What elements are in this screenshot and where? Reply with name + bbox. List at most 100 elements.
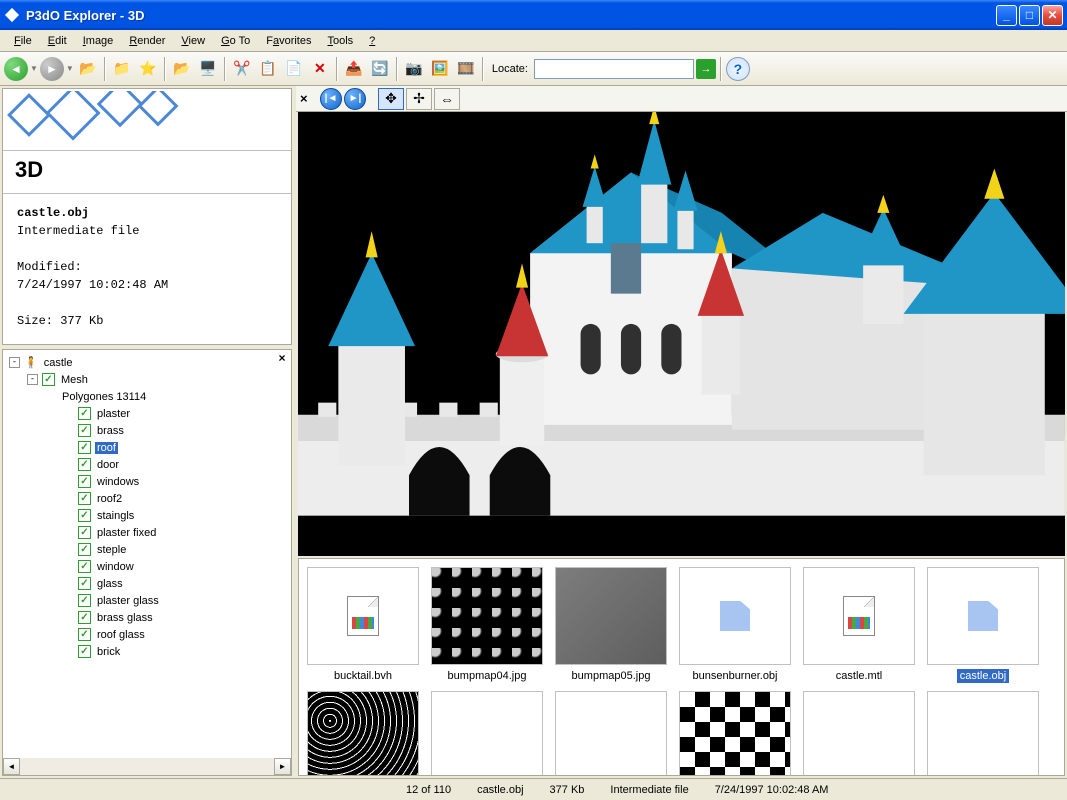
menu-render[interactable]: Render [121, 33, 173, 49]
minimize-button[interactable]: _ [996, 5, 1017, 26]
tree-item-label[interactable]: roof2 [95, 493, 124, 505]
3d-viewport[interactable] [298, 112, 1065, 556]
tree-checkbox[interactable]: ✓ [78, 560, 91, 573]
folder-button[interactable]: 📁 [110, 57, 134, 81]
explorer-button[interactable]: 🖥️ [196, 57, 220, 81]
refresh-button[interactable]: 🔄 [368, 57, 392, 81]
thumbnail[interactable] [925, 691, 1041, 775]
app-icon [4, 7, 20, 23]
export-button[interactable]: 📤 [342, 57, 366, 81]
tree-checkbox[interactable]: ✓ [78, 594, 91, 607]
zoom-tool[interactable]: ⇔ [434, 88, 460, 110]
locate-input[interactable] [534, 59, 694, 79]
thumbnail[interactable]: bunsenburner.obj [677, 567, 793, 683]
thumbnail[interactable] [429, 691, 545, 775]
back-button[interactable]: ◄ [4, 57, 28, 81]
menu-favorites[interactable]: Favorites [258, 33, 319, 49]
tree-item-label[interactable]: roof glass [95, 629, 147, 641]
main-area: 3D castle.obj Intermediate file Modified… [0, 86, 1067, 778]
close-button[interactable]: ✕ [1042, 5, 1063, 26]
tree-item-label[interactable]: glass [95, 578, 125, 590]
help-button[interactable]: ? [726, 57, 750, 81]
thumbnail[interactable] [801, 691, 917, 775]
tree-expand-icon[interactable]: - [9, 357, 20, 368]
tree-close-button[interactable]: × [275, 352, 289, 366]
tree-item-label[interactable]: staingls [95, 510, 136, 522]
thumbnail[interactable]: bumpmap04.jpg [429, 567, 545, 683]
tree-checkbox[interactable]: ✓ [78, 424, 91, 437]
first-button[interactable]: |◄ [320, 88, 342, 110]
forward-dropdown-icon[interactable]: ▼ [66, 64, 74, 73]
open-button[interactable]: 📂 [170, 57, 194, 81]
forward-button[interactable]: ► [40, 57, 64, 81]
menu-goto[interactable]: Go To [213, 33, 258, 49]
image-button[interactable]: 🖼️ [428, 57, 452, 81]
tree-item-label[interactable]: window [95, 561, 136, 573]
menu-image[interactable]: Image [75, 33, 122, 49]
thumbnail[interactable] [677, 691, 793, 775]
viewer-close-button[interactable]: × [300, 91, 312, 106]
menu-bar: File Edit Image Render View Go To Favori… [0, 30, 1067, 52]
thumbnail[interactable]: castle.mtl [801, 567, 917, 683]
last-button[interactable]: ►| [344, 88, 366, 110]
locate-label: Locate: [492, 63, 528, 75]
thumbnail[interactable] [305, 691, 421, 775]
tree-item-label[interactable]: castle [42, 357, 75, 369]
tree-item-label[interactable]: brick [95, 646, 122, 658]
go-button[interactable]: → [696, 59, 716, 79]
tree-checkbox[interactable]: ✓ [78, 492, 91, 505]
tree-checkbox[interactable]: ✓ [78, 611, 91, 624]
tree-item-label[interactable]: brass [95, 425, 126, 437]
tree-item-label[interactable]: brass glass [95, 612, 155, 624]
tree-checkbox[interactable]: ✓ [78, 628, 91, 641]
tree-checkbox[interactable]: ✓ [78, 543, 91, 556]
menu-tools[interactable]: Tools [319, 33, 361, 49]
tree-item-label[interactable]: Mesh [59, 374, 90, 386]
tree-item-label[interactable]: steple [95, 544, 128, 556]
tree-item-label[interactable]: plaster fixed [95, 527, 158, 539]
status-modified: 7/24/1997 10:02:48 AM [709, 784, 835, 796]
back-dropdown-icon[interactable]: ▼ [30, 64, 38, 73]
tree-item-label[interactable]: plaster [95, 408, 132, 420]
tree-checkbox[interactable]: ✓ [78, 577, 91, 590]
maximize-button[interactable]: □ [1019, 5, 1040, 26]
rotate-tool[interactable]: ✥ [378, 88, 404, 110]
viewer-toolbar: × |◄ ►| ✥ ✢ ⇔ [296, 86, 1067, 112]
menu-help[interactable]: ? [361, 33, 383, 49]
thumbnail[interactable]: bumpmap05.jpg [553, 567, 669, 683]
tree-item-label[interactable]: plaster glass [95, 595, 161, 607]
tree-checkbox[interactable]: ✓ [78, 458, 91, 471]
pan-tool[interactable]: ✢ [406, 88, 432, 110]
tree-item-label[interactable]: Polygones 13114 [60, 391, 148, 403]
favorite-button[interactable]: ⭐ [136, 57, 160, 81]
tree-hscroll[interactable]: ◄ ► [3, 758, 291, 775]
paste-button[interactable]: 📄 [282, 57, 306, 81]
thumbnail[interactable]: castle.obj [925, 567, 1041, 683]
up-button[interactable]: 📂 [76, 57, 100, 81]
tree-checkbox[interactable]: ✓ [78, 407, 91, 420]
menu-file[interactable]: File [6, 33, 40, 49]
tree-checkbox[interactable]: ✓ [78, 509, 91, 522]
tree-checkbox[interactable]: ✓ [78, 526, 91, 539]
camera-button[interactable]: 📷 [402, 57, 426, 81]
tree-expand-icon[interactable]: - [27, 374, 38, 385]
file-details: castle.obj Intermediate file Modified: 7… [3, 194, 291, 344]
tree-checkbox[interactable]: ✓ [42, 373, 55, 386]
tree-view[interactable]: -🧍castle-✓MeshPolygones 13114✓plaster✓br… [3, 350, 291, 758]
tree-item-label[interactable]: roof [95, 442, 118, 454]
copy-button[interactable]: 📋 [256, 57, 280, 81]
delete-button[interactable]: ✕ [308, 57, 332, 81]
file-size: Size: 377 Kb [17, 312, 277, 330]
tree-item-label[interactable]: door [95, 459, 121, 471]
tree-checkbox[interactable]: ✓ [78, 475, 91, 488]
figure-icon: 🧍 [24, 356, 38, 369]
tree-checkbox[interactable]: ✓ [78, 441, 91, 454]
thumbnail[interactable]: bucktail.bvh [305, 567, 421, 683]
thumbnail[interactable] [553, 691, 669, 775]
menu-edit[interactable]: Edit [40, 33, 75, 49]
menu-view[interactable]: View [173, 33, 213, 49]
tree-checkbox[interactable]: ✓ [78, 645, 91, 658]
cut-button[interactable]: ✂️ [230, 57, 254, 81]
tree-item-label[interactable]: windows [95, 476, 141, 488]
slideshow-button[interactable]: 🎞️ [454, 57, 478, 81]
